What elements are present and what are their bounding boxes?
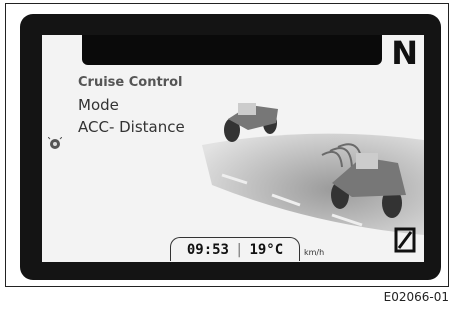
- top-bar: [82, 35, 382, 65]
- gear-indicator: N: [391, 35, 418, 72]
- speed-unit: km/h: [304, 248, 325, 257]
- status-separator: |: [235, 241, 244, 258]
- figure-caption: E02066-01: [383, 290, 449, 304]
- speed-digit: [394, 227, 416, 253]
- sensor-icon: [48, 137, 62, 149]
- menu-item-acc-distance[interactable]: ACC- Distance: [78, 118, 185, 136]
- status-bar: 09:53 | 19°C: [170, 237, 300, 261]
- clock: 09:53: [186, 241, 229, 258]
- dashboard-screen: N Cruise Control Mode ACC- Distance 09:5…: [42, 35, 424, 262]
- cruise-control-menu: Cruise Control Mode ACC- Distance: [78, 75, 185, 140]
- temperature: 19°C: [249, 241, 284, 258]
- menu-item-mode[interactable]: Mode: [78, 96, 185, 114]
- menu-title: Cruise Control: [78, 75, 183, 90]
- acc-distance-illustration: [202, 103, 424, 235]
